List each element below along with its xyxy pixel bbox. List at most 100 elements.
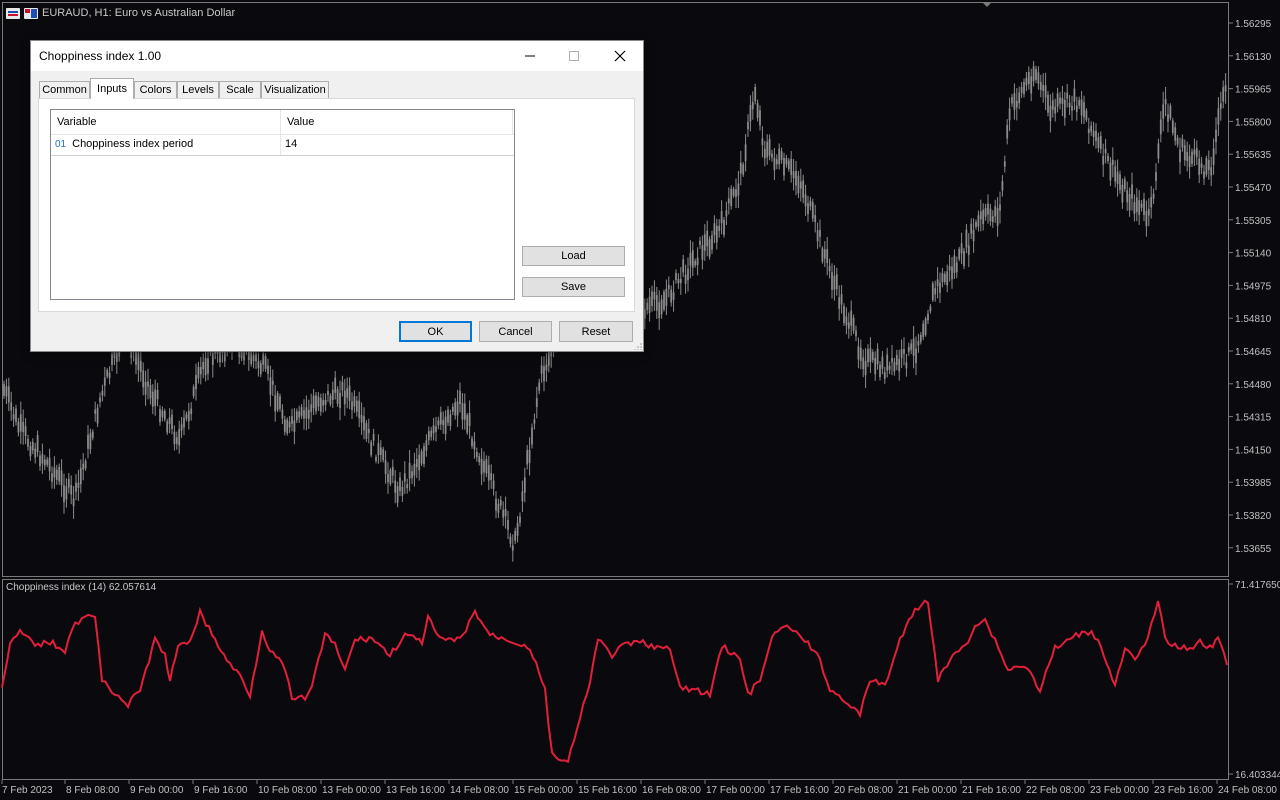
value-cell[interactable]: 14 — [281, 134, 513, 155]
candle-body — [831, 272, 833, 290]
candle-body — [1224, 85, 1227, 92]
candle-body — [396, 486, 399, 503]
candle-body — [17, 421, 20, 433]
cancel-button[interactable]: Cancel — [479, 321, 552, 342]
candle-body — [730, 188, 733, 206]
candle-body — [1102, 155, 1105, 165]
candle-body — [12, 414, 15, 420]
close-button[interactable] — [597, 41, 643, 71]
candle-body — [761, 138, 764, 146]
candle-body — [204, 357, 207, 376]
candle-body — [1222, 87, 1225, 102]
one-click-trading-icon[interactable] — [6, 7, 20, 19]
time-tick-label: 13 Feb 00:00 — [322, 785, 381, 796]
minimize-button[interactable] — [507, 41, 553, 71]
candle-body — [1150, 197, 1153, 208]
tab-inputs[interactable]: Inputs — [90, 78, 134, 99]
time-tick-label: 16 Feb 08:00 — [642, 785, 701, 796]
candle-body — [835, 274, 838, 290]
candle-body — [3, 383, 5, 396]
candle-body — [137, 352, 140, 371]
candle-body — [958, 248, 961, 260]
candle-body — [684, 274, 687, 284]
candle-body — [689, 253, 692, 266]
candle-body — [310, 404, 313, 412]
price-tick-label: 1.56130 — [1235, 52, 1272, 63]
candle-body — [869, 348, 872, 363]
candle-body — [250, 352, 253, 365]
tab-scale[interactable]: Scale — [219, 81, 261, 98]
candle-body — [833, 275, 836, 290]
ok-button[interactable]: OK — [399, 321, 472, 342]
maximize-button[interactable] — [551, 41, 597, 71]
candle-body — [1176, 137, 1179, 145]
candle-body — [663, 291, 665, 310]
candle-body — [732, 188, 735, 196]
reset-button[interactable]: Reset — [559, 321, 633, 342]
candle-body — [480, 459, 483, 475]
candle-body — [442, 420, 445, 426]
candle-body — [1193, 149, 1196, 155]
candle-body — [298, 411, 301, 418]
tab-levels[interactable]: Levels — [177, 81, 219, 98]
candle-body — [905, 362, 908, 369]
candle-body — [1032, 66, 1035, 82]
candle-body — [471, 438, 473, 447]
candle-body — [1059, 97, 1061, 104]
column-header-value[interactable]: Value — [281, 110, 513, 134]
inputs-grid[interactable]: Variable Value 01 Choppiness index period… — [50, 109, 515, 300]
tab-colors[interactable]: Colors — [134, 81, 177, 98]
candle-body — [391, 467, 394, 476]
candle-body — [187, 410, 190, 422]
candle-body — [286, 419, 289, 434]
candle-body — [1095, 130, 1097, 142]
candle-body — [1035, 68, 1037, 80]
resize-grip-icon[interactable] — [634, 342, 642, 350]
column-header-variable[interactable]: Variable — [51, 110, 281, 134]
candle-body — [463, 403, 466, 420]
table-row[interactable]: 01 Choppiness index period 14 — [51, 134, 514, 156]
candle-body — [468, 413, 471, 427]
candle-body — [929, 306, 932, 312]
candle-body — [809, 200, 812, 207]
candle-body — [1011, 97, 1013, 104]
candle-body — [677, 278, 680, 284]
candle-body — [1145, 211, 1148, 227]
candle-body — [420, 451, 423, 464]
candle-body — [1217, 108, 1220, 125]
price-tick-label: 1.54975 — [1235, 281, 1272, 292]
candle-body — [276, 393, 279, 410]
candle-body — [751, 101, 754, 110]
load-button[interactable]: Load — [522, 246, 625, 266]
candle-body — [691, 250, 694, 268]
candle-body — [675, 273, 677, 281]
candle-body — [156, 390, 159, 400]
candle-body — [322, 400, 325, 406]
candle-body — [483, 460, 485, 473]
candle-body — [389, 470, 392, 484]
candle-body — [1121, 184, 1124, 203]
candle-body — [838, 297, 841, 309]
candle-body — [351, 401, 353, 411]
candle-body — [1183, 145, 1186, 161]
candle-body — [243, 351, 245, 361]
candle-body — [996, 208, 999, 226]
candle-body — [195, 374, 197, 390]
candle-body — [521, 491, 524, 502]
candle-body — [519, 516, 521, 523]
tab-common[interactable]: Common — [39, 81, 90, 98]
candle-body — [1054, 106, 1057, 114]
tab-visualization[interactable]: Visualization — [261, 81, 329, 98]
dialog-titlebar[interactable]: Choppiness index 1.00 — [31, 41, 643, 71]
save-button[interactable]: Save — [522, 277, 625, 297]
candle-body — [365, 423, 368, 439]
candle-body — [264, 356, 267, 369]
candle-body — [154, 389, 157, 406]
candle-body — [65, 486, 68, 500]
candle-body — [475, 451, 478, 458]
candle-body — [79, 467, 82, 485]
candle-body — [871, 352, 874, 361]
candle-body — [516, 522, 519, 536]
candle-body — [953, 255, 956, 273]
candle-body — [1133, 202, 1136, 214]
